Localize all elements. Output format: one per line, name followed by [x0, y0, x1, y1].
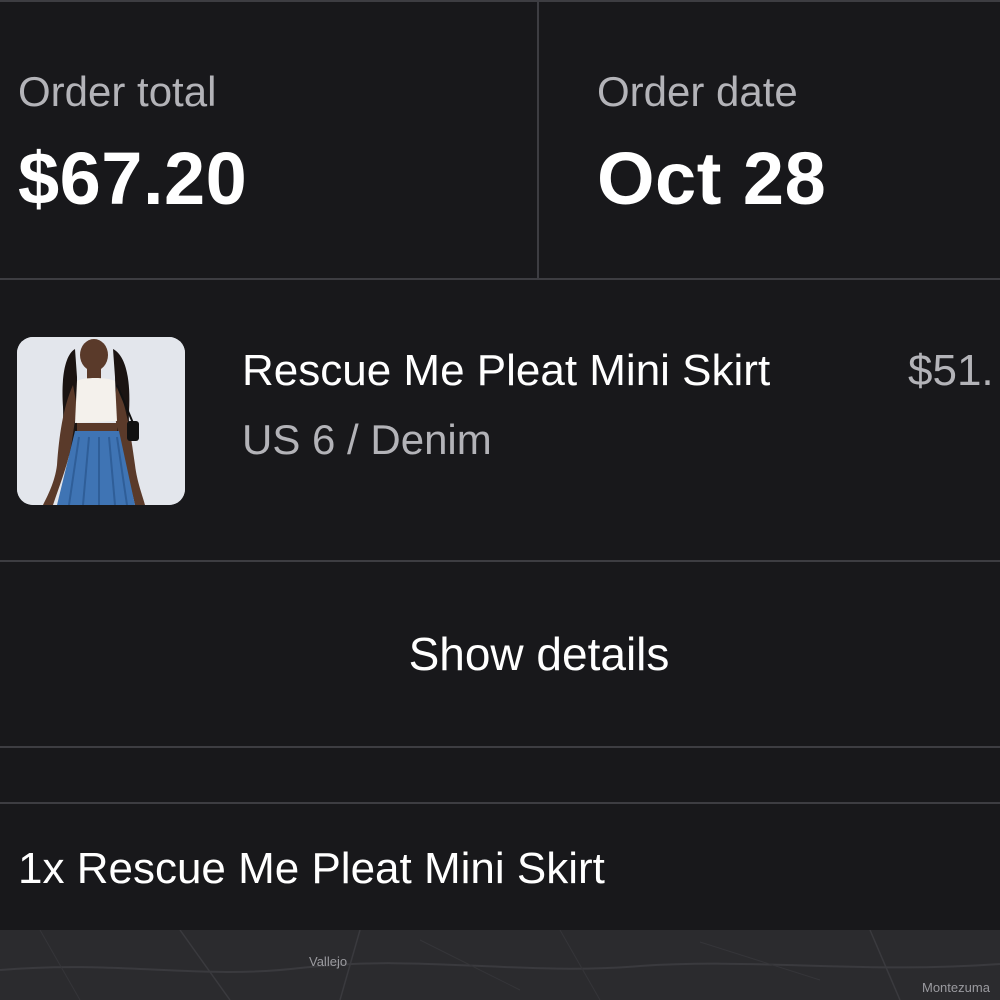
- line-item: 1x Rescue Me Pleat Mini Skirt: [0, 804, 1000, 930]
- order-date-cell: Order date Oct 28: [539, 2, 1000, 278]
- order-date-label: Order date: [597, 68, 798, 115]
- map-roads: [0, 930, 1000, 1000]
- order-total-label: Order total: [18, 68, 217, 115]
- order-total-cell: Order total $67.20: [0, 2, 539, 278]
- order-detail-screen: Order total $67.20 Order date Oct 28 Res…: [0, 0, 1000, 1000]
- item-price: $51.: [908, 346, 994, 395]
- map-label-montezuma: Montezuma: [922, 980, 990, 995]
- order-total-value: $67.20: [18, 137, 248, 220]
- order-item-row[interactable]: Rescue Me Pleat Mini Skirt US 6 / Denim …: [0, 280, 1000, 562]
- product-photo-illustration: [17, 337, 185, 505]
- product-thumbnail: [17, 337, 185, 505]
- item-name: Rescue Me Pleat Mini Skirt: [242, 346, 771, 395]
- order-summary: Order total $67.20 Order date Oct 28: [0, 2, 1000, 280]
- show-details-button[interactable]: Show details: [0, 562, 1000, 748]
- map-label-vallejo: Vallejo: [309, 954, 348, 969]
- line-item-text: 1x Rescue Me Pleat Mini Skirt: [18, 844, 605, 893]
- order-date-value: Oct 28: [597, 137, 827, 220]
- section-spacer: [0, 748, 1000, 804]
- delivery-map[interactable]: Vallejo Montezuma: [0, 930, 1000, 1000]
- show-details-label: Show details: [408, 628, 670, 680]
- item-variant: US 6 / Denim: [242, 416, 492, 463]
